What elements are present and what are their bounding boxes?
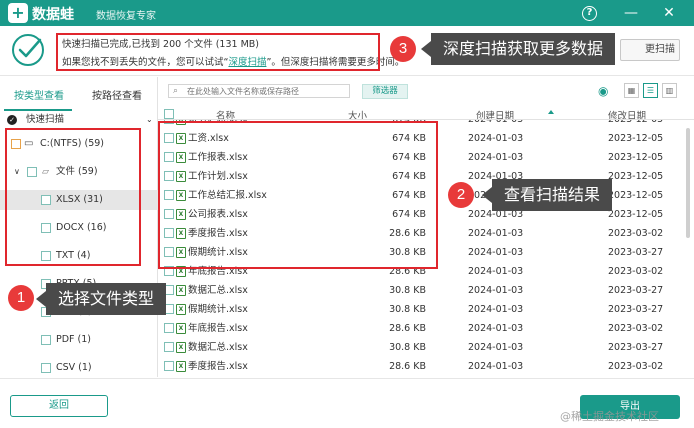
- deep-scan-button[interactable]: 更扫描: [620, 39, 680, 61]
- file-created: 2024-01-03: [468, 266, 524, 277]
- file-name: 季度报告.xlsx: [188, 361, 248, 372]
- chevron-down-icon[interactable]: ⌄: [146, 110, 153, 130]
- app-subtitle: 数据恢复专家: [96, 11, 156, 22]
- table-row[interactable]: X 数据汇总.xlsx 30.8 KB 2024-01-03 2023-03-27: [158, 338, 694, 357]
- excel-file-icon: X: [176, 323, 186, 334]
- search-box[interactable]: ⌕: [168, 84, 350, 98]
- app-window: + 数据蛙 数据恢复专家 ? — ✕ 快速扫描已完成,已找到 200 个文件 (…: [0, 0, 694, 428]
- quick-scan-row[interactable]: ✓ 快速扫描 ⌄: [0, 110, 158, 130]
- file-created: 2024-01-03: [468, 361, 524, 372]
- annotation-number-2: 2: [448, 182, 474, 208]
- tree-item-label: CSV (1): [56, 362, 92, 373]
- file-modified: 2023-12-05: [608, 171, 664, 182]
- back-button[interactable]: 返回: [10, 395, 108, 417]
- annotation-view-results: 查看扫描结果: [481, 179, 613, 211]
- table-row[interactable]: X 数据汇总.xlsx 30.8 KB 2024-01-03 2023-03-27: [158, 281, 694, 300]
- row-checkbox[interactable]: [164, 361, 174, 371]
- file-created: 2024-01-03: [468, 228, 524, 239]
- file-size: 30.8 KB: [389, 285, 426, 296]
- annotation-select-type: 选择文件类型: [35, 283, 167, 315]
- file-modified: 2023-12-05: [608, 133, 664, 144]
- tree-item-pdf[interactable]: PDF (1): [0, 330, 158, 350]
- excel-file-icon: X: [176, 361, 186, 372]
- file-created: 2024-01-03: [468, 323, 524, 334]
- file-size: 30.8 KB: [389, 342, 426, 353]
- file-modified: 2023-03-02: [608, 323, 664, 334]
- left-panel: 按类型查看 按路径查看 ✓ 快速扫描 ⌄ ▭ C:(NTFS) (59) ∨ ▱…: [0, 77, 158, 377]
- file-created: 2024-01-03: [468, 120, 523, 129]
- row-checkbox[interactable]: [164, 323, 174, 333]
- quick-scan-label: 快速扫描: [26, 114, 65, 125]
- detail-view-icon[interactable]: ▥: [662, 83, 677, 98]
- file-created: 2024-01-03: [468, 342, 524, 353]
- row-checkbox[interactable]: [164, 342, 174, 352]
- file-size: 28.6 KB: [389, 361, 426, 372]
- excel-file-icon: X: [176, 342, 186, 353]
- grid-view-icon[interactable]: ▦: [624, 83, 639, 98]
- tab-by-type[interactable]: 按类型查看: [14, 87, 64, 102]
- tree-item-csv[interactable]: CSV (1): [0, 358, 158, 378]
- search-icon: ⌕: [173, 86, 179, 96]
- file-modified: 2023-03-02: [608, 266, 664, 277]
- file-created: 2024-01-03: [468, 133, 524, 144]
- filter-button[interactable]: 筛选器: [362, 84, 408, 99]
- file-modified: 2023-12-05: [608, 152, 664, 163]
- results-highlight-box: [158, 121, 438, 269]
- file-modified: 2023-03-27: [608, 342, 664, 353]
- view-tabs: 按类型查看 按路径查看: [0, 85, 158, 111]
- file-name: 数据汇总.xlsx: [188, 342, 248, 353]
- table-row[interactable]: X 年底报告.xlsx 28.6 KB 2024-01-03 2023-03-02: [158, 319, 694, 338]
- search-input[interactable]: [187, 85, 345, 97]
- file-created: 2024-01-03: [468, 285, 524, 296]
- watermark: @稀土掘金技术社区: [560, 410, 659, 423]
- minimize-icon[interactable]: —: [622, 4, 640, 22]
- file-size: 28.6 KB: [389, 323, 426, 334]
- check-circle-icon: [12, 34, 44, 66]
- file-modified: 2023-12-05: [608, 190, 664, 201]
- excel-file-icon: X: [176, 304, 186, 315]
- title-bar: + 数据蛙 数据恢复专家 ? — ✕: [0, 0, 694, 26]
- app-name: 数据蛙: [32, 7, 74, 23]
- file-created: 2024-01-03: [468, 152, 524, 163]
- annotation-number-3: 3: [390, 36, 416, 62]
- check-dot-icon: ✓: [7, 115, 17, 125]
- file-name: 年底报告.xlsx: [188, 323, 248, 334]
- info-highlight-box: [56, 33, 380, 71]
- select-all-checkbox[interactable]: [164, 109, 174, 119]
- help-icon[interactable]: ?: [582, 6, 597, 21]
- file-type-highlight-box: [5, 128, 141, 266]
- annotation-deep-scan: 深度扫描获取更多数据: [420, 33, 616, 65]
- list-view-icon[interactable]: ☰: [643, 83, 658, 98]
- annotation-number-1: 1: [8, 285, 34, 311]
- file-created: 2024-01-03: [468, 304, 524, 315]
- file-modified: 2023-03-27: [608, 285, 664, 296]
- tree-item-label: PDF (1): [56, 334, 91, 345]
- file-modified: 2023-03-27: [608, 247, 664, 258]
- table-row[interactable]: X 假期统计.xlsx 30.8 KB 2024-01-03 2023-03-27: [158, 300, 694, 319]
- sort-arrow-icon[interactable]: [548, 110, 554, 114]
- file-name: 假期统计.xlsx: [188, 304, 248, 315]
- close-icon[interactable]: ✕: [660, 4, 678, 22]
- eye-icon[interactable]: ◉: [598, 84, 608, 98]
- file-created: 2024-01-03: [468, 247, 524, 258]
- file-name: 数据汇总.xlsx: [188, 285, 248, 296]
- file-modified: 2023-03-02: [608, 361, 664, 372]
- table-scrollbar[interactable]: [686, 128, 690, 238]
- excel-file-icon: X: [176, 285, 186, 296]
- file-modified: 2023-12-05: [608, 209, 664, 220]
- table-row[interactable]: X 季度报告.xlsx 28.6 KB 2024-01-03 2023-03-02: [158, 357, 694, 376]
- tab-by-path[interactable]: 按路径查看: [92, 87, 142, 102]
- file-modified: 2023-12-05: [608, 120, 663, 129]
- file-modified: 2023-03-02: [608, 228, 664, 239]
- checkbox[interactable]: [41, 363, 51, 373]
- app-logo-icon: +: [8, 3, 28, 23]
- file-size: 30.8 KB: [389, 304, 426, 315]
- checkbox[interactable]: [41, 335, 51, 345]
- file-modified: 2023-03-27: [608, 304, 664, 315]
